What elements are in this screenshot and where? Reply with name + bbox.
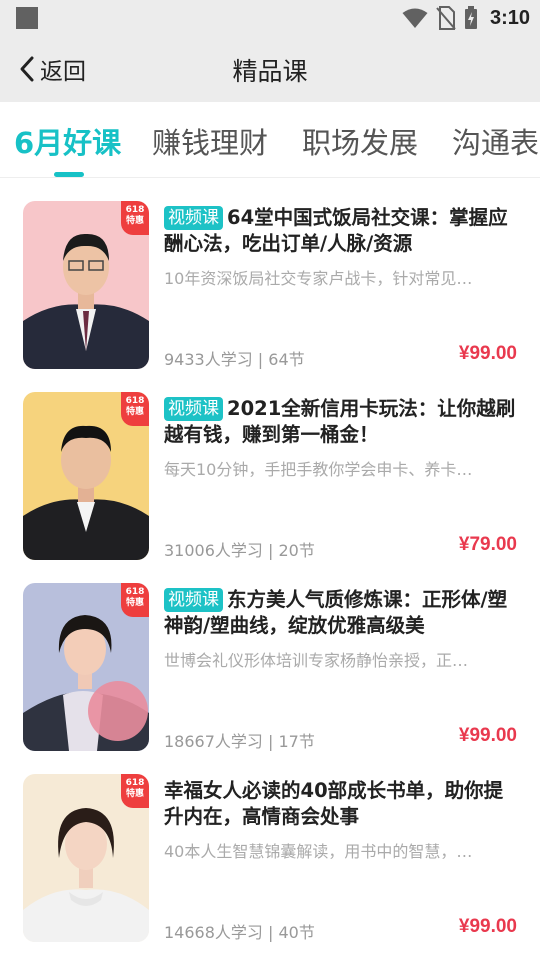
course-meta: 14668人学习 | 40节 — [164, 923, 315, 942]
tab-finance[interactable]: 赚钱理财 — [152, 120, 268, 162]
course-description: 40本人生智慧锦囊解读，用书中的智慧，… — [164, 842, 473, 861]
tab-career[interactable]: 职场发展 — [302, 120, 418, 162]
course-description: 10年资深饭局社交专家卢战卡，针对常见… — [164, 269, 473, 288]
no-sim-icon — [436, 6, 456, 30]
course-thumbnail: 618 特惠 — [23, 583, 149, 751]
course-thumbnail: 618 特惠 — [23, 201, 149, 369]
course-meta: 31006人学习 | 20节 — [164, 541, 315, 560]
status-bar: 3:10 — [0, 0, 540, 36]
course-meta: 18667人学习 | 17节 — [164, 732, 315, 751]
category-tabs: 6月好课 赚钱理财 职场发展 沟通表 — [0, 102, 540, 178]
nav-bar: 返回 精品课 — [0, 36, 540, 102]
tab-june-picks[interactable]: 6月好课 — [14, 120, 121, 162]
course-title: 视频课 东方美人气质修炼课：正形体/塑神韵/塑曲线，绽放优雅高级美 — [164, 588, 508, 637]
clock: 3:10 — [489, 6, 530, 29]
course-item[interactable]: 618 特惠 幸福女人必读的40部成长书单，助你提升内在，高情商会处事 40本人生… — [0, 774, 540, 960]
course-title: 幸福女人必读的40部成长书单，助你提升内在，高情商会处事 — [164, 779, 504, 828]
course-item[interactable]: 618 特惠 视频课 东方美人气质修炼课：正形体/塑神韵/塑曲线，绽放优雅高级美 世… — [0, 583, 540, 774]
course-price: ¥99.00 — [458, 725, 517, 746]
course-title: 视频课 64堂中国式饭局社交课：掌握应酬心法，吃出订单/人脉/资源 — [164, 206, 508, 255]
course-item[interactable]: 618 特惠 视频课 64堂中国式饭局社交课：掌握应酬心法，吃出订单/人脉/资源 1… — [0, 201, 540, 392]
promo-badge: 618 特惠 — [121, 201, 149, 235]
tab-communication[interactable]: 沟通表 — [452, 120, 539, 162]
course-thumbnail: 618 特惠 — [23, 774, 149, 942]
status-icons: 3:10 — [402, 5, 530, 31]
video-tag: 视频课 — [164, 588, 223, 612]
wifi-icon — [402, 8, 428, 28]
course-item[interactable]: 618 特惠 视频课 2021全新信用卡玩法：让你越刷越有钱，赚到第一桶金！ 每天1… — [0, 392, 540, 583]
course-meta: 9433人学习 | 64节 — [164, 350, 305, 369]
video-tag: 视频课 — [164, 397, 223, 421]
course-price: ¥99.00 — [458, 343, 517, 364]
course-price: ¥79.00 — [458, 534, 517, 555]
course-thumbnail: 618 特惠 — [23, 392, 149, 560]
promo-badge: 618 特惠 — [121, 774, 149, 808]
video-tag: 视频课 — [164, 206, 223, 230]
active-tab-indicator — [54, 172, 84, 177]
battery-charging-icon — [464, 6, 477, 29]
course-title: 视频课 2021全新信用卡玩法：让你越刷越有钱，赚到第一桶金！ — [164, 397, 516, 446]
page-title: 精品课 — [232, 57, 308, 86]
course-description: 世博会礼仪形体培训专家杨静怡亲授，正… — [164, 651, 469, 670]
promo-badge: 618 特惠 — [121, 392, 149, 426]
course-price: ¥99.00 — [458, 916, 517, 937]
course-description: 每天10分钟，手把手教你学会申卡、养卡… — [164, 460, 473, 479]
notification-icon — [16, 7, 38, 29]
promo-badge: 618 特惠 — [121, 583, 149, 617]
